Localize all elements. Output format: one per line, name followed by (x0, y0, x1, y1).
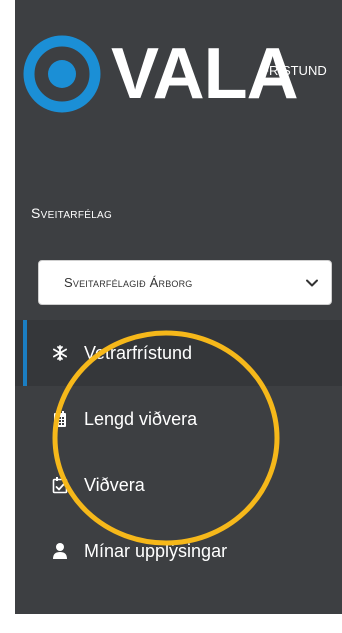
menu-item-vetrarfristund[interactable]: Vetrarfrístund (15, 320, 342, 386)
sidebar: VALA FRÍSTUND Sveitarfélag Sveitarfélagi… (15, 0, 342, 614)
user-icon (53, 543, 67, 559)
calendar-icon (54, 411, 66, 427)
municipality-label: Sveitarfélag (31, 205, 113, 221)
menu-item-minar-upplysingar[interactable]: Mínar upplýsingar (15, 518, 342, 584)
brand-subtitle: FRÍSTUND (261, 63, 327, 78)
municipality-select[interactable]: Sveitarfélagið Árborg (38, 260, 332, 305)
menu-item-vidvera[interactable]: Viðvera (15, 452, 342, 518)
vala-logo-icon (23, 35, 101, 113)
menu-label: Viðvera (84, 474, 145, 495)
calendar-check-icon (52, 477, 68, 494)
chevron-down-icon (306, 279, 318, 286)
menu-item-lengd-vidvera[interactable]: Lengd viðvera (15, 386, 342, 452)
menu-label: Vetrarfrístund (84, 342, 193, 363)
snowflake-icon (52, 345, 68, 361)
brand-logo[interactable]: VALA (22, 30, 299, 118)
menu-label: Mínar upplýsingar (84, 540, 228, 561)
menu-label: Lengd viðvera (84, 408, 198, 429)
municipality-select-value: Sveitarfélagið Árborg (64, 275, 193, 290)
main-menu: Vetrarfrístund Lengd viðvera Viðvera Mín… (15, 320, 342, 584)
